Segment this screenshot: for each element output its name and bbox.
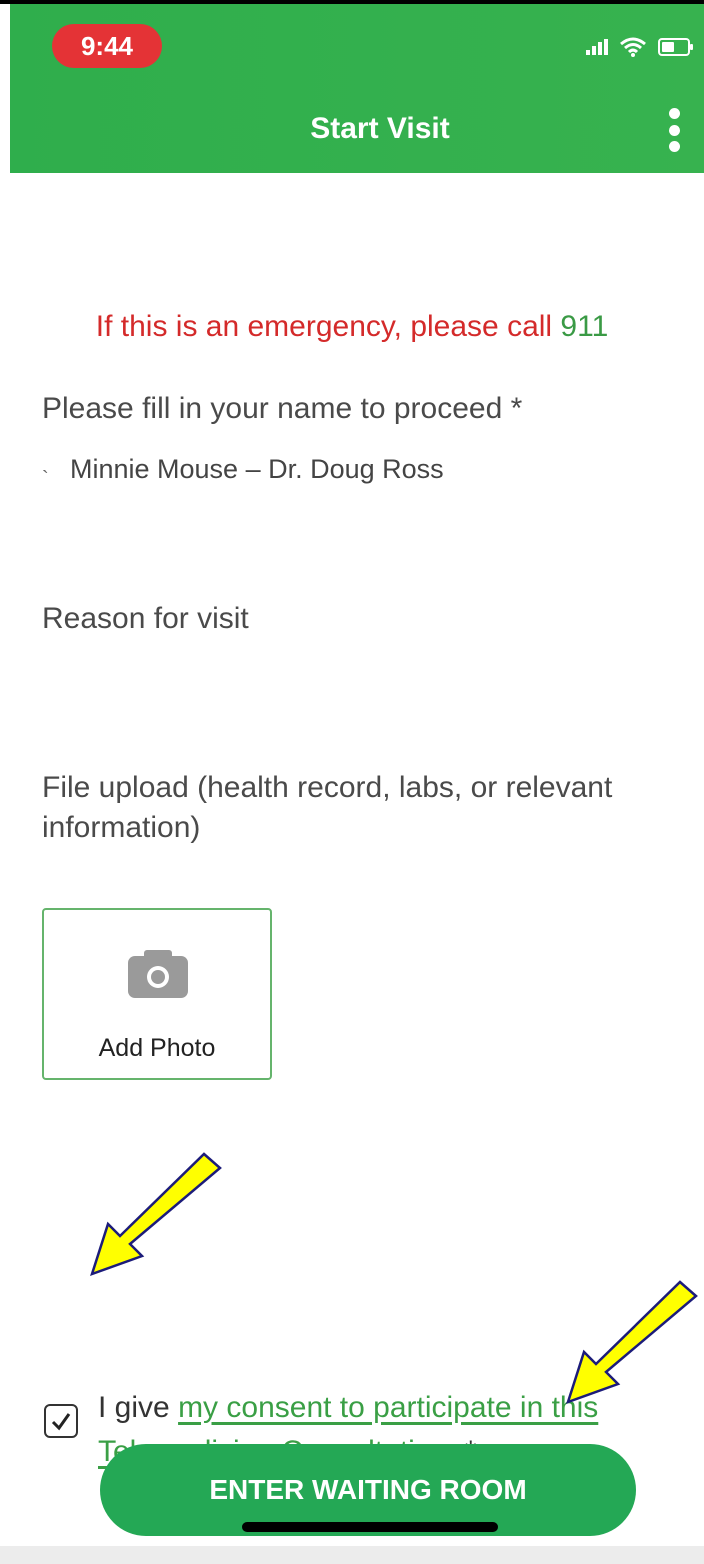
annotation-arrow-enter bbox=[566, 1280, 698, 1405]
bottom-bar bbox=[0, 1546, 704, 1564]
add-photo-button[interactable]: Add Photo bbox=[42, 908, 272, 1080]
reason-field-label: Reason for visit bbox=[42, 602, 249, 635]
battery-icon bbox=[658, 38, 693, 56]
name-field-value[interactable]: Minnie Mouse – Dr. Doug Ross bbox=[70, 454, 444, 485]
file-upload-label: File upload (health record, labs, or rel… bbox=[42, 771, 613, 844]
emergency-notice: If this is an emergency, please call 911 bbox=[0, 310, 704, 344]
app-header: 9:44 Start Visit bbox=[10, 4, 704, 173]
emergency-text: If this is an emergency, please call bbox=[95, 310, 553, 343]
reason-input[interactable] bbox=[42, 650, 662, 710]
consent-checkbox[interactable] bbox=[44, 1404, 78, 1438]
status-time: 9:44 bbox=[52, 24, 162, 68]
cellular-signal-icon bbox=[586, 39, 608, 55]
add-photo-label: Add Photo bbox=[98, 1034, 216, 1062]
checkmark-icon bbox=[51, 1413, 71, 1431]
consent-prefix: I give bbox=[98, 1391, 170, 1424]
status-icons bbox=[586, 32, 693, 62]
name-field-label: Please fill in your name to proceed * bbox=[42, 392, 523, 425]
page-title: Start Visit bbox=[310, 112, 450, 145]
home-indicator[interactable] bbox=[242, 1522, 498, 1532]
wifi-icon bbox=[620, 37, 646, 57]
camera-icon bbox=[128, 950, 188, 998]
annotation-arrow-consent bbox=[90, 1152, 222, 1277]
kebab-menu-icon[interactable] bbox=[665, 108, 683, 152]
name-field-mark: ` bbox=[42, 468, 49, 490]
emergency-number: 911 bbox=[560, 310, 609, 343]
